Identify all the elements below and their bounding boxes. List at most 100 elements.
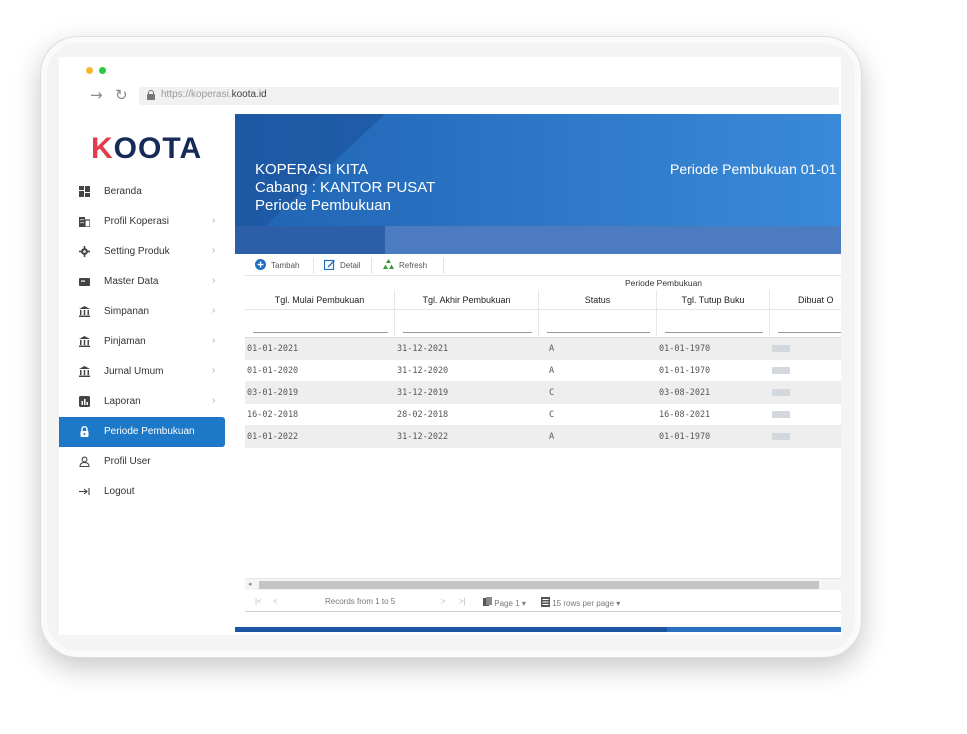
prev-page-button[interactable]: < [273,597,278,606]
pagination-bar: |< < Records from 1 to 5 > >| Page 1 ▾ 1… [245,592,841,612]
table-row[interactable]: 03-01-2019 31-12-2019 C 03-08-2021 [245,382,841,404]
recycle-icon [383,259,394,270]
column-header-tgl-tutup[interactable]: Tgl. Tutup Buku [657,290,770,310]
bank-icon [79,306,90,317]
sidebar-item-label: Laporan [104,396,141,407]
sidebar-item-label: Profil User [104,456,151,467]
sidebar-item-master-data[interactable]: Master Data › [59,267,235,297]
grid-group-header: Periode Pembukuan [245,276,841,290]
column-header-tgl-akhir[interactable]: Tgl. Akhir Pembukuan [395,290,539,310]
filter-row [245,310,841,338]
cooperative-name: KOPERASI KITA [255,161,369,178]
bank-icon [79,366,90,377]
sidebar-item-label: Logout [104,486,135,497]
chevron-right-icon: › [212,335,216,346]
bottom-accent-bar [235,627,841,632]
redacted-creator [772,345,790,352]
chevron-right-icon: › [212,215,216,226]
edit-icon [323,259,335,271]
window-dot-yellow[interactable] [86,67,93,74]
table-row[interactable]: 16-02-2018 28-02-2018 C 16-08-2021 [245,404,841,426]
bank-icon [79,336,90,347]
sidebar-item-label: Simpanan [104,306,150,317]
sidebar-item-jurnal-umum[interactable]: Jurnal Umum › [59,357,235,387]
browser-chrome: → ↻ https://koperasi.koota.id [59,57,841,114]
sidebar-item-label: Periode Pembukuan [104,426,195,437]
records-info: Records from 1 to 5 [325,597,396,606]
next-page-button[interactable]: > [441,597,446,606]
filter-tgl-tutup[interactable] [657,310,770,338]
sidebar-item-pinjaman[interactable]: Pinjaman › [59,327,235,357]
branch-name: Cabang : KANTOR PUSAT [255,179,436,196]
reload-icon[interactable]: ↻ [115,86,128,104]
sidebar-item-label: Beranda [104,186,142,197]
toolbar: Tambah Detail Refresh [245,256,841,276]
column-header-dibuat-oleh[interactable]: Dibuat O [770,290,841,310]
sidebar-item-label: Pinjaman [104,336,146,347]
logout-icon [79,486,90,497]
table-row[interactable]: 01-01-2021 31-12-2021 A 01-01-1970 [245,338,841,360]
sidebar-item-profil-user[interactable]: Profil User [59,447,235,477]
lock-icon [79,426,90,437]
column-header-tgl-mulai[interactable]: Tgl. Mulai Pembukuan [245,290,395,310]
scroll-left-icon[interactable]: ◂ [248,580,252,588]
sidebar-item-label: Jurnal Umum [104,366,164,377]
sidebar-item-laporan[interactable]: Laporan › [59,387,235,417]
dropdown-arrow-icon: ▾ [616,599,621,608]
screen: → ↻ https://koperasi.koota.id KOOTA Bera… [59,57,841,635]
sidebar-item-setting-produk[interactable]: Setting Produk › [59,237,235,267]
filter-status[interactable] [539,310,657,338]
scrollbar-thumb[interactable] [259,581,819,589]
sidebar-item-label: Master Data [104,276,159,287]
forward-arrow-icon[interactable]: → [90,86,103,104]
last-page-button[interactable]: >| [459,597,466,606]
building-icon [79,216,91,228]
window-dot-green[interactable] [99,67,106,74]
rows-per-page-select[interactable]: 15 rows per page ▾ [541,597,620,608]
filter-tgl-mulai[interactable] [245,310,395,338]
redacted-creator [772,389,790,396]
column-header-status[interactable]: Status [539,290,657,310]
redacted-creator [772,433,790,440]
sidebar-item-simpanan[interactable]: Simpanan › [59,297,235,327]
main-content: Tambah Detail Refresh Periode Pembukuan [235,254,841,635]
horizontal-scrollbar[interactable]: ◂ [245,578,841,590]
group-header-label: Periode Pembukuan [625,278,703,288]
sidebar-item-beranda[interactable]: Beranda [59,177,235,207]
dashboard-icon [79,186,90,197]
padlock-icon [147,90,155,100]
sidebar-item-logout[interactable]: Logout [59,477,235,507]
sidebar-item-label: Profil Koperasi [104,216,170,227]
page-title: Periode Pembukuan [255,197,391,214]
header-banner: KOPERASI KITA Cabang : KANTOR PUSAT Peri… [235,114,841,254]
first-page-button[interactable]: |< [255,597,262,606]
sidebar-item-label: Setting Produk [104,246,170,257]
address-bar[interactable]: https://koperasi.koota.id [139,87,839,105]
koota-logo: KOOTA [91,132,203,165]
redacted-creator [772,367,790,374]
page-select[interactable]: Page 1 ▾ [483,597,526,608]
pages-icon [483,597,492,606]
redacted-creator [772,411,790,418]
plus-circle-icon [255,259,266,270]
grid-column-headers: Tgl. Mulai Pembukuan Tgl. Akhir Pembukua… [245,290,841,310]
sidebar: KOOTA Beranda Profil Koperasi › Setting … [59,114,235,635]
sidebar-menu: Beranda Profil Koperasi › Setting Produk… [59,177,235,507]
table-row[interactable]: 01-01-2022 31-12-2022 A 01-01-1970 [245,426,841,448]
card-icon [79,276,90,287]
sidebar-item-periode-pembukuan[interactable]: Periode Pembukuan [59,417,225,447]
period-grid: Periode Pembukuan Tgl. Mulai Pembukuan T… [245,276,841,566]
chart-icon [79,396,90,407]
dropdown-arrow-icon: ▾ [521,599,526,608]
filter-dibuat-oleh[interactable] [770,310,841,338]
sidebar-item-profil-koperasi[interactable]: Profil Koperasi › [59,207,235,237]
chevron-right-icon: › [212,305,216,316]
url-text: https://koperasi.koota.id [161,89,267,100]
chevron-right-icon: › [212,365,216,376]
filter-tgl-akhir[interactable] [395,310,539,338]
list-icon [541,597,550,607]
table-row[interactable]: 01-01-2020 31-12-2020 A 01-01-1970 [245,360,841,382]
user-icon [79,456,90,468]
chevron-right-icon: › [212,245,216,256]
chevron-right-icon: › [212,395,216,406]
